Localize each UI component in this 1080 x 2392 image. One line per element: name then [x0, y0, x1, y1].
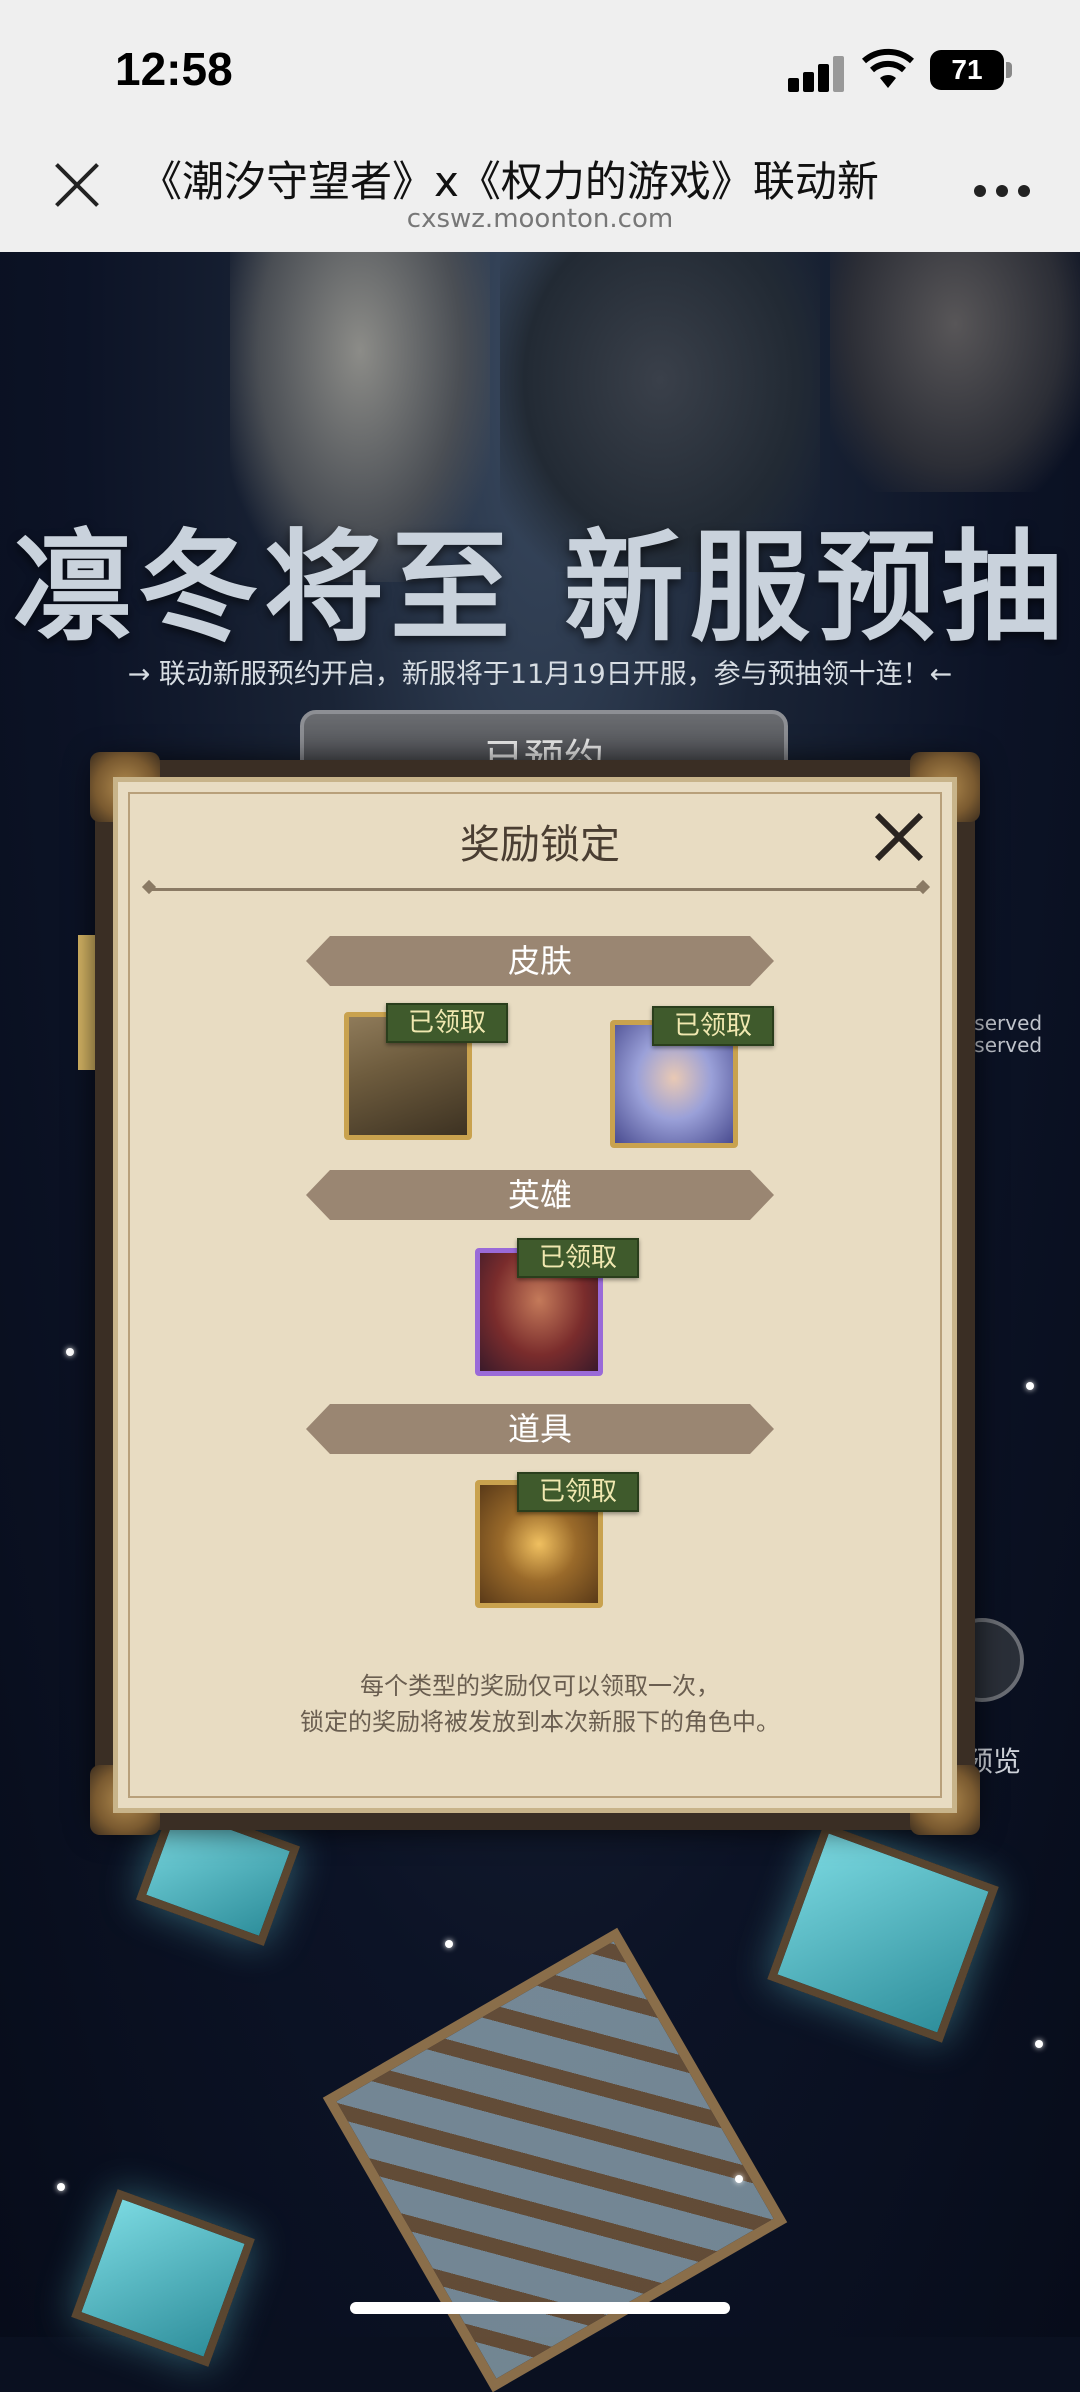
banner-title: 凛冬将至 新服预抽	[12, 517, 1068, 658]
home-indicator	[350, 2302, 730, 2314]
claimed-badge: 已领取	[386, 1003, 508, 1043]
more-options-icon[interactable]	[974, 185, 1034, 199]
status-time: 12:58	[115, 43, 233, 95]
character-art-right	[830, 252, 1080, 492]
star	[445, 1940, 453, 1948]
banner-subtitle: → 联动新服预约开启，新服将于11月19日开服，参与预抽领十连！←	[127, 659, 953, 690]
star	[1035, 2040, 1043, 2048]
title-divider	[148, 888, 924, 891]
star	[1026, 1382, 1034, 1390]
side-text-line: eserved	[962, 1012, 1043, 1035]
chevron-right-icon: ›	[748, 1170, 765, 1219]
battery-tip	[1006, 62, 1012, 78]
side-text: eserved eserved	[962, 1012, 1080, 1056]
star	[735, 2175, 743, 2183]
section-header-heroes: 英雄	[306, 1170, 774, 1220]
chevron-right-icon: ›	[748, 1404, 765, 1453]
claimed-badge: 已领取	[517, 1472, 639, 1512]
claimed-badge: 已领取	[517, 1238, 639, 1278]
star	[57, 2183, 65, 2191]
modal-note-line: 每个类型的奖励仅可以领取一次，	[360, 1672, 720, 1700]
page-url: cxswz.moonton.com	[406, 204, 674, 234]
section-header-props: 道具	[306, 1404, 774, 1454]
star	[66, 1348, 74, 1356]
cellular-signal-icon	[788, 52, 848, 92]
chevron-right-icon: ›	[748, 936, 765, 985]
side-text-line: eserved	[962, 1033, 1043, 1056]
modal-close-icon[interactable]	[874, 812, 924, 862]
wifi-icon	[862, 48, 914, 88]
close-icon[interactable]	[52, 160, 102, 210]
claimed-badge: 已领取	[652, 1006, 774, 1046]
battery-icon: 71	[930, 50, 1004, 90]
modal-note-line: 锁定的奖励将被发放到本次新服下的角色中。	[300, 1708, 780, 1736]
section-header-skins: 皮肤	[306, 936, 774, 986]
page-title: 《潮汐守望者》x《权力的游戏》联动新	[140, 157, 879, 206]
